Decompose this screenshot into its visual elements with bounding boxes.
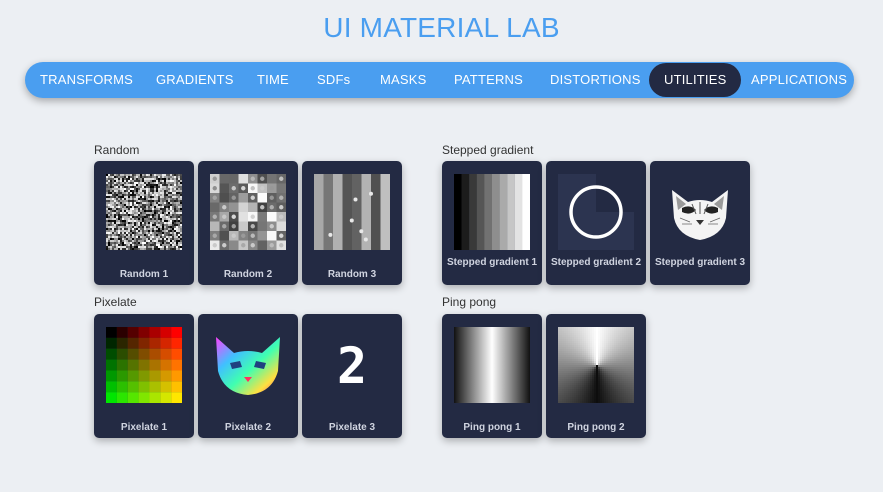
- thumbnail-random-3: [314, 174, 390, 250]
- card-label: Pixelate 3: [328, 422, 376, 433]
- card-label: Random 2: [223, 269, 273, 280]
- nav-tab-time[interactable]: TIME: [257, 62, 289, 98]
- section-title-pixelate: Pixelate: [94, 295, 137, 309]
- card-label: Random 1: [119, 269, 169, 280]
- thumbnail-pixelate-1: [106, 327, 182, 403]
- card-random-2[interactable]: Random 2: [198, 161, 298, 285]
- card-stepped-gradient-2[interactable]: Stepped gradient 2: [546, 161, 646, 285]
- main-nav: TRANSFORMS GRADIENTS TIME SDFs MASKS PAT…: [25, 62, 854, 98]
- pixelate-glyph: 2: [337, 337, 367, 395]
- card-ping-pong-1[interactable]: Ping pong 1: [442, 314, 542, 438]
- card-label: Stepped gradient 3: [654, 257, 745, 268]
- nav-tab-transforms[interactable]: TRANSFORMS: [40, 62, 133, 98]
- nav-tab-gradients[interactable]: GRADIENTS: [156, 62, 234, 98]
- app-title: UI MATERIAL LAB: [323, 12, 560, 43]
- thumbnail-ping-pong-1: [454, 327, 530, 403]
- card-label: Ping pong 1: [463, 422, 521, 433]
- card-label: Stepped gradient 1: [446, 257, 537, 268]
- thumbnail-pixelate-3: 2: [314, 327, 390, 403]
- nav-tab-patterns[interactable]: PATTERNS: [454, 62, 523, 98]
- card-label: Random 3: [327, 269, 377, 280]
- nav-tab-distortions[interactable]: DISTORTIONS: [550, 62, 641, 98]
- thumbnail-stepped-gradient-3: [662, 174, 738, 250]
- section-title-random: Random: [94, 143, 140, 157]
- card-pixelate-2[interactable]: Pixelate 2: [198, 314, 298, 438]
- card-pixelate-1[interactable]: Pixelate 1: [94, 314, 194, 438]
- thumbnail-random-2: [210, 174, 286, 250]
- card-label: Stepped gradient 2: [550, 257, 641, 268]
- card-random-1[interactable]: Random 1: [94, 161, 194, 285]
- card-label: Ping pong 2: [567, 422, 625, 433]
- card-label: Pixelate 1: [120, 422, 168, 433]
- card-label: Pixelate 2: [224, 422, 272, 433]
- card-stepped-gradient-1[interactable]: Stepped gradient 1: [442, 161, 542, 285]
- thumbnail-random-1: [106, 174, 182, 250]
- nav-tab-sdfs[interactable]: SDFs: [317, 62, 350, 98]
- section-title-ping-pong: Ping pong: [442, 295, 497, 309]
- thumbnail-pixelate-2: [210, 327, 286, 403]
- thumbnail-ping-pong-2: [558, 327, 634, 403]
- nav-tab-utilities[interactable]: UTILITIES: [649, 63, 742, 97]
- nav-tab-masks[interactable]: MASKS: [380, 62, 427, 98]
- nav-tab-applications[interactable]: APPLICATIONS: [751, 62, 847, 98]
- card-pixelate-3[interactable]: 2 Pixelate 3: [302, 314, 402, 438]
- card-stepped-gradient-3[interactable]: Stepped gradient 3: [650, 161, 750, 285]
- section-title-stepped-gradient: Stepped gradient: [442, 143, 534, 157]
- thumbnail-stepped-gradient-1: [454, 174, 530, 250]
- card-ping-pong-2[interactable]: Ping pong 2: [546, 314, 646, 438]
- thumbnail-stepped-gradient-2: [558, 174, 634, 250]
- card-random-3[interactable]: Random 3: [302, 161, 402, 285]
